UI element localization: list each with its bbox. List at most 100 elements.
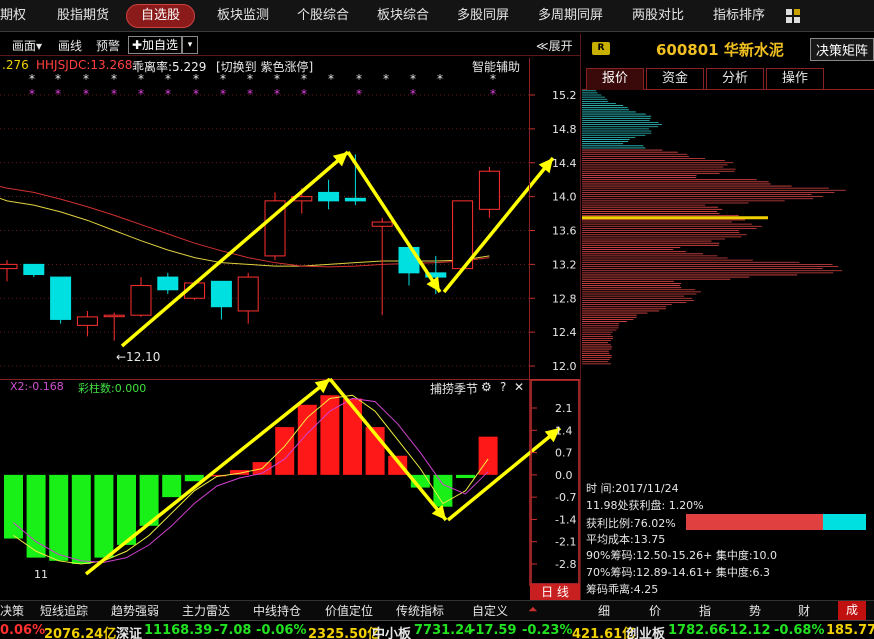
tab-operation[interactable]: 操作 — [766, 68, 824, 90]
ticker-sme-pct: -0.23% — [522, 623, 573, 638]
indicator-hhjsjdc: HHJSJDC:13.268 — [36, 58, 133, 72]
sub-tick-label: 0.7 — [555, 447, 573, 460]
signal-star-white: * — [410, 74, 416, 86]
chart-toolbar: 画面▾ 画线 预警 ✚加自选 ▾ ≪展开 — [0, 34, 580, 56]
signal-star-white: * — [356, 74, 362, 86]
bottom-tabs: 决策 短线追踪 趋势强弱 主力雷达 中线持仓 价值定位 传统指标 自定义 ⏶ 细… — [0, 600, 874, 620]
nav-compare[interactable]: 两股对比 — [632, 0, 684, 32]
smart-assist-button[interactable]: 智能辅助 — [472, 58, 520, 75]
indicator-line: .276 HHJSJDC:13.268 乖离率:5.229 [切换到 紫色涨停]… — [0, 58, 530, 74]
info-chip-deviation: 筹码乖离:4.25 — [586, 583, 659, 596]
price-tick-label: 14.8 — [552, 123, 577, 136]
draw-line-button[interactable]: 画线 — [58, 37, 82, 54]
price-tick-label: 13.6 — [552, 225, 577, 238]
btab-trend[interactable]: 趋势强弱 — [111, 602, 159, 619]
info-chip70: 70%筹码:12.89-14.61+ 集中度:6.3 — [586, 566, 771, 579]
ticker-sz-pct: -0.06% — [256, 623, 307, 638]
tab-funds[interactable]: 资金 — [646, 68, 704, 90]
btab-short-track[interactable]: 短线追踪 — [40, 602, 88, 619]
ticker-sz-value: 11168.39 — [144, 623, 213, 638]
candle-down — [398, 246, 420, 274]
ticker-pct: 0.06% — [0, 623, 46, 638]
nav-sector-overview[interactable]: 板块综合 — [377, 0, 429, 32]
signal-star-magenta: * — [220, 87, 226, 101]
apps-grid-icon[interactable] — [786, 9, 800, 23]
btab-value[interactable]: 价值定位 — [325, 602, 373, 619]
sub-tick-label: -2.8 — [555, 558, 576, 571]
btab-custom[interactable]: 自定义 — [472, 602, 508, 619]
add-watchlist-button[interactable]: ✚加自选 — [128, 36, 183, 54]
nav-multi-period[interactable]: 多周期同屏 — [538, 0, 603, 32]
add-watchlist-dropdown[interactable]: ▾ — [182, 36, 198, 54]
ticker-sme[interactable]: 中小板 — [372, 623, 411, 639]
price-chart[interactable]: *********************** *** *** ** 15.214.8… — [0, 74, 580, 380]
ticker-amount: 2076.24亿 — [44, 627, 117, 639]
sub-tick-label: 1.4 — [555, 424, 573, 437]
candle-down — [210, 280, 232, 308]
candle-up — [130, 285, 152, 316]
ticker-gem-value: 1782.66 — [668, 623, 728, 638]
sub-tick-label: 0.0 — [555, 469, 573, 482]
daily-line-tab[interactable]: 日 线 — [530, 584, 580, 600]
indicator-chart[interactable]: 2.1 1.4 0.7 0.0 -0.7 -1.4 -2.1 -2.8 11 — [0, 378, 580, 586]
ticker-gem[interactable]: 创业板 — [626, 623, 665, 639]
signal-star-magenta: * — [490, 87, 496, 101]
info-chip90: 90%筹码:12.50-15.26+ 集中度:10.0 — [586, 549, 778, 562]
ticker-gem-amount: 185.77 — [826, 623, 874, 638]
signal-star-magenta: * — [138, 87, 144, 101]
nav-options[interactable]: 期权 — [0, 0, 26, 32]
info-avg-cost: 平均成本:13.75 — [586, 533, 666, 546]
low-price-marker: ←12.10 — [116, 350, 160, 364]
indicator-bar-positive — [343, 398, 362, 475]
btab-detail[interactable]: 细 — [598, 602, 610, 619]
price-tick-label: 14.0 — [552, 191, 577, 204]
indicator-bar-negative — [49, 474, 69, 561]
ticker-gem-pct: -0.68% — [774, 623, 825, 638]
expand-button[interactable]: ≪展开 — [536, 37, 573, 54]
candle-up — [103, 314, 125, 318]
indicator-bar-negative — [433, 474, 453, 507]
sub-tick-label: -1.4 — [555, 513, 576, 526]
stock-title: 600801 华新水泥 — [656, 41, 784, 59]
btab-mid-hold[interactable]: 中线持仓 — [253, 602, 301, 619]
alert-button[interactable]: 预警 — [96, 37, 120, 54]
nav-indicator-rank[interactable]: 指标排序 — [713, 0, 765, 32]
signal-star-white: * — [193, 74, 199, 86]
indicator-bar-negative — [162, 474, 182, 498]
nav-stock-overview[interactable]: 个股综合 — [297, 0, 349, 32]
switch-hint[interactable]: [切换到 紫色涨停] — [216, 58, 313, 75]
tab-analysis[interactable]: 分析 — [706, 68, 764, 90]
signal-star-white: * — [328, 74, 334, 86]
nav-multi-stock[interactable]: 多股同屏 — [457, 0, 509, 32]
signal-star-magenta: * — [274, 87, 280, 101]
btab-trend-r[interactable]: 势 — [749, 602, 761, 619]
signal-star-white: * — [437, 74, 443, 86]
scroll-up-icon[interactable]: ⏶ — [528, 602, 538, 617]
decision-matrix-button[interactable]: 决策矩阵 — [810, 38, 874, 61]
nav-index-futures[interactable]: 股指期货 — [57, 0, 109, 32]
btab-finance[interactable]: 财 — [798, 602, 810, 619]
signal-star-magenta: * — [193, 87, 199, 101]
indicator-bar-negative — [71, 474, 91, 564]
signal-star-magenta: * — [247, 87, 253, 101]
signal-star-magenta: * — [356, 87, 362, 101]
signal-star-magenta: * — [301, 87, 307, 101]
btab-decision[interactable]: 决策 — [0, 602, 24, 619]
nav-sector-monitor[interactable]: 板块监测 — [217, 0, 269, 32]
nav-watchlist[interactable]: 自选股 — [126, 4, 196, 28]
tab-quote[interactable]: 报价 — [586, 68, 644, 90]
btab-price[interactable]: 价 — [649, 602, 661, 619]
draw-menu[interactable]: 画面▾ — [12, 37, 42, 54]
price-tick-label: 15.2 — [552, 89, 577, 102]
ticker-sme-value: 7731.24 — [414, 623, 474, 638]
ticker-shenzhen[interactable]: 深证 — [116, 623, 142, 639]
btab-traditional[interactable]: 传统指标 — [396, 602, 444, 619]
btab-index[interactable]: 指 — [699, 602, 711, 619]
signal-star-white: * — [247, 74, 253, 86]
right-panel-tabs: 报价 资金 分析 操作 — [582, 68, 874, 90]
candle-up — [0, 263, 18, 270]
indicator-bar-positive — [297, 404, 317, 475]
btab-volume[interactable]: 成 — [838, 601, 867, 620]
btab-main-radar[interactable]: 主力雷达 — [182, 602, 230, 619]
signal-star-white: * — [29, 74, 35, 86]
